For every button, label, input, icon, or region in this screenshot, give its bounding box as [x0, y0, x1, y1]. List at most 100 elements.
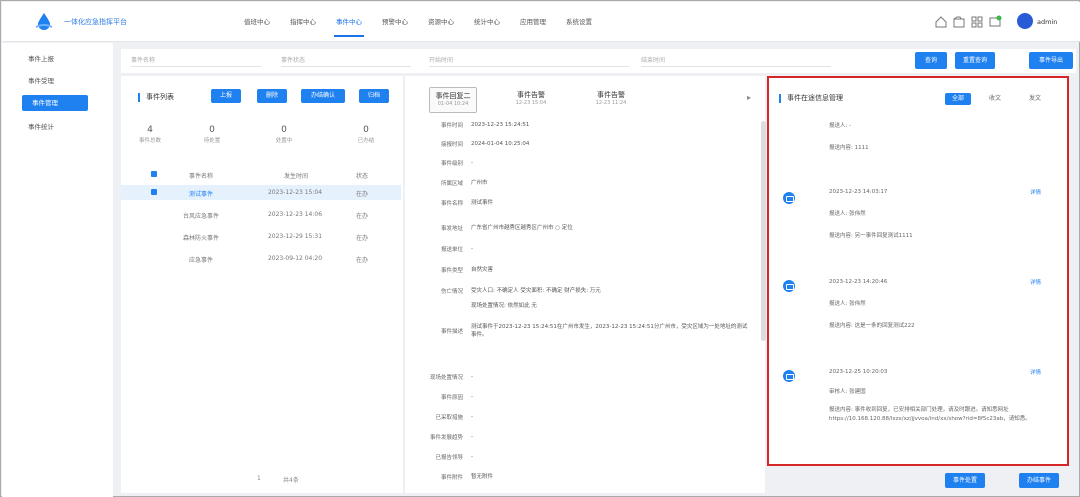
stat-in-progress[interactable]: 0 处置中 [259, 125, 309, 144]
filter-all[interactable]: 全部 [945, 93, 971, 105]
chevron-right-icon[interactable]: ▸ [747, 93, 751, 102]
nav-item-event[interactable]: 事件中心 [326, 2, 372, 42]
search-button[interactable]: 查询 [915, 52, 947, 69]
archive-button[interactable]: 归档 [359, 89, 389, 103]
value-leader: - [471, 454, 473, 460]
cell-time: 2023-12-29 15:31 [267, 233, 323, 240]
label-measures: 已采取措施 [435, 415, 463, 421]
record-detail-link[interactable]: 详情 [1030, 368, 1041, 376]
cell-time: 2023-12-23 14:06 [267, 211, 323, 218]
username[interactable]: admin [1037, 18, 1057, 26]
event-status-select[interactable]: 事件状态 [281, 55, 411, 67]
label-region: 所属区域 [440, 181, 463, 187]
start-time-input[interactable]: 开始时间 [429, 55, 629, 67]
record-panel-title: 事件在途信息管理 [779, 94, 843, 103]
column-header-time: 发生时间 [283, 173, 308, 180]
label-trend: 事件发展趋势 [429, 435, 463, 441]
pager-current[interactable]: 1 [257, 475, 261, 482]
tab-event-alert-2[interactable]: 事件告警 12-23 11:24 [587, 87, 635, 113]
record-detail-link[interactable]: 详情 [1030, 278, 1041, 286]
tab-event-reply[interactable]: 事件回复二 01-04 10:24 [429, 87, 477, 113]
label-cause: 事件原因 [440, 395, 463, 401]
table-row[interactable]: 应急事件 2023-09-12 04:20 在办 [121, 251, 401, 266]
record-time: 2023-12-23 14:03:17 [829, 189, 888, 195]
record-content: 报送内容: 事件收到回复，已安排相关部门处理，请及时跟进。请知悉网址 https… [829, 407, 1031, 422]
stat-total[interactable]: 4 事件总数 [125, 125, 175, 144]
table-row[interactable]: 森林防火事件 2023-12-29 15:31 在办 [121, 229, 401, 244]
record-content: 报送内容: 另一事件回复测试1111 [829, 233, 913, 239]
grid-icon[interactable] [970, 15, 984, 29]
value-event-name: 测试事件 [471, 200, 494, 206]
record-detail-link[interactable]: 详情 [1030, 188, 1041, 196]
event-tabs: 事件回复二 01-04 10:24 事件告警 12-23 15:04 事件告警 12-… [411, 83, 761, 117]
value-type: 自然灾害 [471, 267, 494, 273]
mail-icon [783, 192, 795, 204]
event-name-input[interactable]: 事件名称 [131, 55, 261, 67]
nav-item-settings[interactable]: 系统设置 [556, 2, 602, 42]
record-person: 报送人: 张伟然 [829, 211, 866, 217]
table-row[interactable]: 台风应急事件 2023-12-23 14:06 在办 [121, 207, 401, 222]
mail-icon [783, 370, 795, 382]
label-casualty: 伤亡情况 [440, 289, 463, 295]
filter-sent[interactable]: 发文 [1025, 93, 1045, 105]
label-unit: 报送单位 [440, 247, 463, 253]
detail-scrollbar[interactable] [761, 121, 766, 341]
confirm-close-button[interactable]: 办结确认 [301, 89, 345, 103]
nav-item-statistics[interactable]: 统计中心 [464, 2, 510, 42]
filter-bar: 事件名称 事件状态 开始时间 结束时间 查询 重置查询 事件导出 [121, 49, 1076, 73]
cell-status: 在办 [355, 191, 368, 198]
record-person: 报送人: - [829, 123, 852, 129]
table-row[interactable]: 测试事件 2023-12-23 15:04 在办 [121, 185, 401, 200]
tab-event-alert-1[interactable]: 事件告警 12-23 15:04 [507, 87, 555, 113]
event-list-title: 事件列表 [138, 93, 174, 102]
value-description: 测试事件于2023-12-23 15:24:51在广州市发生，2023-12-2… [471, 324, 748, 338]
nav-item-resource[interactable]: 资源中心 [418, 2, 464, 42]
nav-item-command[interactable]: 指挥中心 [280, 2, 326, 42]
mail-icon [783, 280, 795, 292]
record-time: 2023-12-25 10:20:03 [829, 369, 888, 375]
label-leader: 已报告领导 [435, 455, 463, 461]
label-event-time: 事件时间 [440, 123, 463, 129]
sidebar-item-accept[interactable]: 事件受理 [2, 73, 113, 89]
value-region: 广州市 [471, 180, 488, 186]
row-checkbox[interactable] [151, 189, 157, 195]
folder-icon[interactable] [952, 15, 966, 29]
value-address: 广东省广州市越秀区越秀区广州市 ○ 定位 [471, 225, 573, 231]
label-level: 事件级别 [440, 161, 463, 167]
filter-received[interactable]: 收文 [985, 93, 1005, 105]
app-window: 一体化应急指挥平台 值班中心 指挥中心 事件中心 预警中心 资源中心 统计中心 … [0, 0, 1080, 497]
record-content: 报送内容: 1111 [829, 145, 869, 151]
cell-status: 在办 [355, 213, 368, 220]
column-header-status: 状态 [355, 173, 368, 180]
value-cause: - [471, 394, 473, 400]
cell-status: 在办 [355, 235, 368, 242]
stat-closed[interactable]: 0 已办结 [341, 125, 391, 144]
end-time-input[interactable]: 结束时间 [641, 55, 831, 67]
label-description: 事件描述 [440, 329, 463, 335]
sidebar-item-report[interactable]: 事件上报 [2, 51, 113, 67]
nav-item-app-manage[interactable]: 应用管理 [510, 2, 556, 42]
cell-status: 在办 [355, 257, 368, 264]
stat-pending[interactable]: 0 待处置 [187, 125, 237, 144]
column-header-name: 事件名称 [188, 173, 213, 180]
header-checkbox[interactable] [151, 171, 157, 177]
nav-item-duty[interactable]: 值班中心 [234, 2, 280, 42]
label-attachment: 事件附件 [440, 475, 463, 481]
home-icon[interactable] [934, 15, 948, 29]
cell-time: 2023-12-23 15:04 [267, 189, 323, 196]
export-button[interactable]: 事件导出 [1029, 52, 1073, 69]
sidebar-item-manage[interactable]: 事件管理 [22, 95, 88, 111]
report-button[interactable]: 上报 [211, 89, 241, 103]
event-handle-button[interactable]: 事件处置 [945, 473, 985, 488]
value-casualty-extra: 现场处置情况: 依然如此 无 [471, 303, 537, 309]
avatar[interactable] [1017, 13, 1033, 29]
message-icon[interactable] [988, 15, 1002, 29]
close-event-button[interactable]: 办结事件 [1019, 473, 1059, 488]
event-record-panel: 事件在途信息管理 全部 收文 发文 报送人: - 报送内容: 1111 2023… [767, 76, 1069, 466]
reset-button[interactable]: 重置查询 [955, 52, 995, 69]
sidebar-item-statistics[interactable]: 事件统计 [2, 119, 113, 135]
delete-button[interactable]: 删除 [257, 89, 287, 103]
nav-item-warning[interactable]: 预警中心 [372, 2, 418, 42]
record-time: 2023-12-23 14:20:46 [829, 279, 888, 285]
cell-name: 应急事件 [188, 257, 213, 264]
